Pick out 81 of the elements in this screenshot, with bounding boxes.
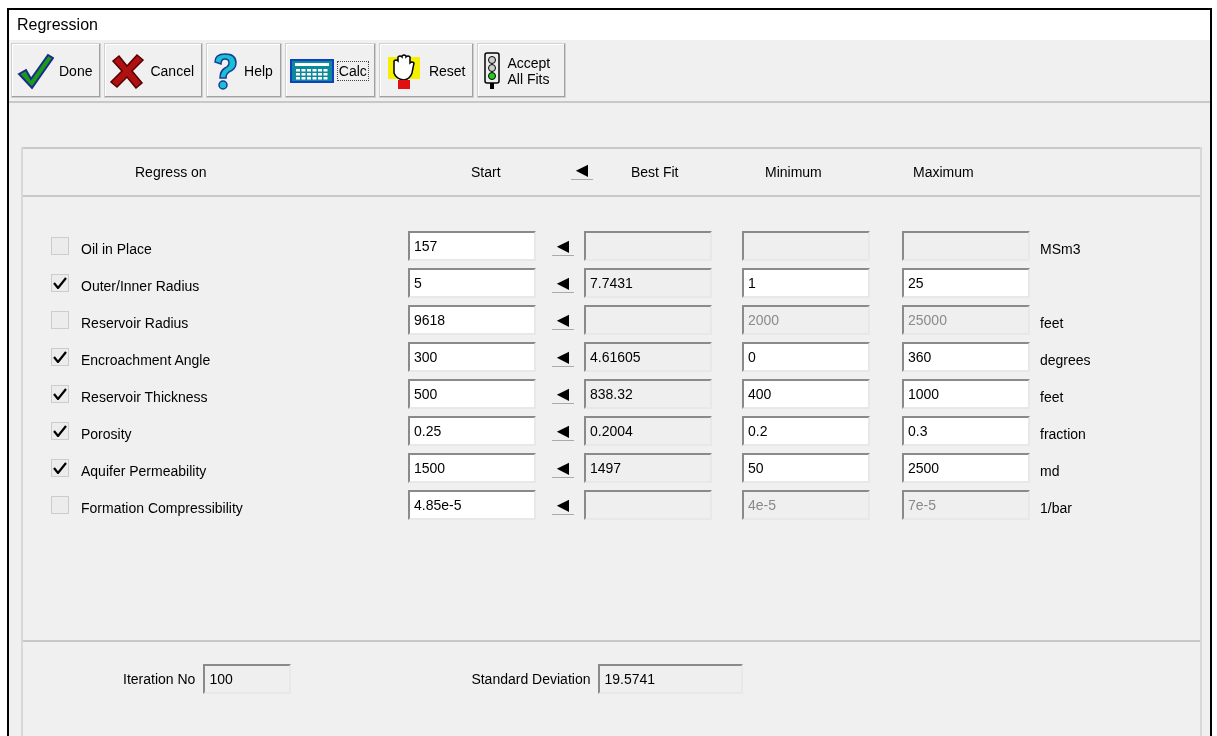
parameter-label: Oil in Place [81,240,153,257]
question-mark-icon [211,51,240,90]
maximum-field[interactable]: 360 [902,342,1030,372]
copy-arrow-button[interactable]: ◀ [552,384,574,404]
iteration-label: Iteration No [123,671,196,687]
checkbox[interactable] [51,422,69,440]
parameter-label: Porosity [81,425,133,442]
cross-icon [109,52,146,89]
toolbar-button[interactable]: Calc [284,43,376,98]
unit-label: 1/bar [1040,499,1072,516]
best-fit-field[interactable]: 7.7431 [584,268,712,298]
calculator-icon [289,58,334,83]
copy-arrow-button[interactable]: ◀ [552,347,574,367]
toolbar-button[interactable]: Help [206,43,282,98]
unit-label: MSm3 [1040,240,1081,257]
parameter-label: Encroachment Angle [81,351,212,368]
best-fit-field[interactable]: 838.32 [584,379,712,409]
traffic-light-icon [482,51,503,90]
copy-arrow-button[interactable]: ◀ [571,161,593,180]
start-field[interactable]: 0.25 [408,416,536,446]
parameter-label: Reservoir Radius [81,314,190,331]
copy-arrow-button[interactable]: ◀ [552,458,574,478]
start-field[interactable]: 4.85e-5 [408,490,536,520]
deviation-field[interactable]: 19.5741 [598,664,744,694]
maximum-field[interactable]: 2500 [902,453,1030,483]
checkbox[interactable] [51,237,69,255]
checkbox[interactable] [51,348,69,366]
copy-arrow-button[interactable]: ◀ [552,310,574,330]
start-field[interactable]: 5 [408,268,536,298]
copy-arrow-button[interactable]: ◀ [552,273,574,293]
maximum-field[interactable] [902,231,1030,261]
toolbar-button[interactable]: Cancel [104,43,204,98]
checkbox[interactable] [51,274,69,292]
unit-label: md [1040,462,1060,479]
toolbar-button[interactable]: Done [11,43,102,98]
copy-arrow-button[interactable]: ◀ [552,421,574,441]
minimum-field[interactable]: 1 [742,268,870,298]
column-header: Start [471,164,501,180]
parameter-label: Formation Compressibility [81,499,244,516]
maximum-field[interactable]: 1000 [902,379,1030,409]
best-fit-field[interactable]: 1497 [584,453,712,483]
minimum-field[interactable] [742,231,870,261]
deviation-label: Standard Deviation [471,671,591,687]
window-title: Regression [9,10,1210,40]
start-field[interactable]: 300 [408,342,536,372]
start-field[interactable]: 9618 [408,305,536,335]
minimum-field[interactable]: 0 [742,342,870,372]
best-fit-field[interactable] [584,231,712,261]
parameter-label: Outer/Inner Radius [81,277,201,294]
column-header: Regress on [135,164,207,180]
checkbox[interactable] [51,311,69,329]
minimum-field[interactable]: 0.2 [742,416,870,446]
maximum-field[interactable]: 25 [902,268,1030,298]
checkbox[interactable] [51,459,69,477]
unit-label: feet [1040,314,1064,331]
maximum-field[interactable]: 0.3 [902,416,1030,446]
start-field[interactable]: 1500 [408,453,536,483]
unit-label: fraction [1040,425,1086,442]
copy-arrow-button[interactable]: ◀ [552,236,574,256]
start-field[interactable]: 500 [408,379,536,409]
toolbar-button[interactable]: Reset [378,43,475,98]
best-fit-field[interactable] [584,490,712,520]
unit-label: feet [1040,388,1064,405]
column-header: Best Fit [631,164,679,180]
unit-label: degrees [1040,351,1091,368]
checkbox[interactable] [51,385,69,403]
checkmark-icon [16,51,54,90]
best-fit-field[interactable]: 4.61605 [584,342,712,372]
column-header: Maximum [913,164,974,180]
iteration-field[interactable]: 100 [203,664,292,694]
parameter-label: Reservoir Thickness [81,388,209,405]
minimum-field[interactable]: 400 [742,379,870,409]
best-fit-field[interactable] [584,305,712,335]
copy-arrow-button[interactable]: ◀ [552,495,574,515]
column-header: Minimum [765,164,822,180]
parameter-label: Aquifer Permeability [81,462,208,479]
start-field[interactable]: 157 [408,231,536,261]
minimum-field[interactable]: 50 [742,453,870,483]
best-fit-field[interactable]: 0.2004 [584,416,712,446]
checkbox[interactable] [51,496,69,514]
toolbar-button[interactable]: Accept All Fits [477,43,567,98]
